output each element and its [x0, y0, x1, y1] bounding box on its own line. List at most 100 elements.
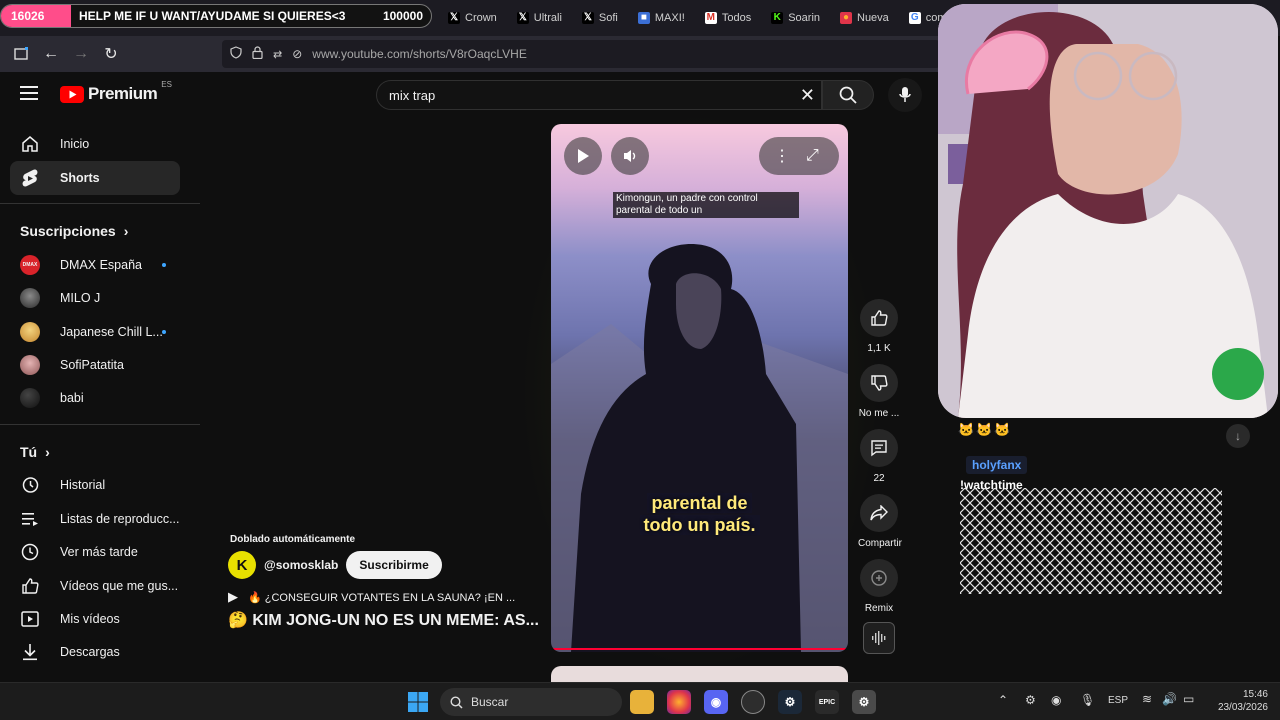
- dislike-button[interactable]: [860, 364, 898, 402]
- clock[interactable]: 15:46 23/03/2026: [1210, 688, 1268, 714]
- subscribe-button[interactable]: Suscribirme: [346, 551, 442, 579]
- steam-tray-icon[interactable]: ⚙: [1025, 693, 1036, 707]
- like-button[interactable]: [860, 299, 898, 337]
- taskbar-search[interactable]: Buscar: [440, 688, 622, 716]
- permissions-icon[interactable]: ⇄: [273, 48, 282, 61]
- avatar: [20, 322, 40, 342]
- search-query[interactable]: mix trap: [389, 88, 435, 103]
- short-metadata: Doblado automáticamente K @somosklab Sus…: [228, 534, 548, 630]
- remix-action[interactable]: Remix: [858, 559, 900, 614]
- browser-tab[interactable]: 𝕏 Crown: [440, 4, 505, 32]
- search-input[interactable]: mix trap ✕: [376, 80, 822, 110]
- sidebar-sub-milo-j[interactable]: MILO J: [10, 281, 180, 315]
- browser-tab[interactable]: M Todos: [697, 4, 759, 32]
- search-button[interactable]: [822, 80, 874, 110]
- browser-tab[interactable]: ■ MAXI!: [630, 4, 693, 32]
- youtube-premium-logo[interactable]: Premium ES: [60, 80, 172, 104]
- video-progress-bar[interactable]: [551, 648, 848, 650]
- thumb-down-icon: [871, 375, 888, 391]
- sidebar-item-label: Shorts: [60, 171, 100, 185]
- tray-chevron-icon[interactable]: ⌃: [998, 693, 1008, 707]
- sidebar-sub-sofipatatita[interactable]: SofiPatatita: [10, 348, 180, 382]
- language-indicator[interactable]: ESP: [1108, 695, 1128, 706]
- share-button[interactable]: [860, 494, 898, 532]
- epic-games-icon[interactable]: EPIC: [815, 690, 839, 714]
- channel-name[interactable]: @somosklab: [264, 558, 338, 572]
- settings-icon[interactable]: ⚙: [852, 690, 876, 714]
- clear-search-icon[interactable]: ✕: [800, 85, 815, 106]
- sidebar-item-shorts[interactable]: Shorts: [10, 161, 180, 195]
- share-action[interactable]: Compartir: [858, 494, 902, 549]
- gmail-icon: M: [704, 12, 717, 24]
- firefox-icon[interactable]: [667, 690, 691, 714]
- sidebar-item-my-videos[interactable]: Mis vídeos: [10, 602, 180, 636]
- sidebar-divider: [0, 203, 200, 204]
- x-logo-icon: 𝕏: [581, 12, 594, 24]
- play-sound-icon[interactable]: ▶: [228, 589, 238, 605]
- voice-search-button[interactable]: [888, 78, 922, 112]
- like-count: 1,1 K: [867, 343, 891, 354]
- discord-icon[interactable]: ◉: [704, 690, 728, 714]
- avatar: DMAX: [20, 255, 40, 275]
- autoplay-blocked-icon[interactable]: ⊘: [292, 47, 302, 61]
- sidebar-sub-dmax[interactable]: DMAX DMAX España: [10, 248, 180, 282]
- browser-tab[interactable]: 𝕏 Ultrali: [509, 4, 570, 32]
- lock-icon[interactable]: [252, 46, 263, 62]
- battery-icon[interactable]: ▭: [1183, 692, 1194, 706]
- sidebar-item-watch-later[interactable]: Ver más tarde: [10, 535, 180, 569]
- wifi-icon[interactable]: ≋: [1142, 692, 1152, 706]
- sidebar-sub-japanese-chill[interactable]: Japanese Chill L...: [10, 315, 180, 349]
- sound-thumbnail[interactable]: [863, 622, 895, 654]
- file-explorer-icon[interactable]: [630, 690, 654, 714]
- browser-tab[interactable]: K Soarin: [763, 4, 828, 32]
- video-frame-figure: [551, 244, 848, 652]
- you-heading[interactable]: Tú ›: [20, 444, 50, 460]
- sidebar-item-inicio[interactable]: Inicio: [10, 127, 180, 161]
- discord-tray-icon[interactable]: ◉: [1051, 693, 1061, 707]
- fullscreen-icon[interactable]: ⤢: [806, 147, 819, 165]
- sidebar-item-historial[interactable]: Historial: [10, 468, 180, 502]
- windows-start-icon[interactable]: [406, 690, 430, 714]
- home-icon: [20, 134, 40, 154]
- sidebar-item-liked-videos[interactable]: Vídeos que me gus...: [10, 569, 180, 603]
- volume-icon[interactable]: 🔊: [1162, 692, 1177, 706]
- chat-username[interactable]: holyfanx: [966, 456, 1028, 474]
- like-action[interactable]: 1,1 K: [858, 299, 900, 354]
- comment-icon: [871, 440, 887, 457]
- subscriptions-heading[interactable]: Suscripciones ›: [20, 223, 128, 239]
- steam-icon[interactable]: ⚙: [778, 690, 802, 714]
- remix-button[interactable]: [860, 559, 898, 597]
- comments-action[interactable]: 22: [858, 429, 900, 484]
- short-title[interactable]: 🤔 KIM JONG-UN NO ES UN MEME: AS...: [228, 610, 548, 630]
- volume-icon: [624, 150, 636, 162]
- reload-icon[interactable]: ↻: [96, 39, 126, 69]
- forward-arrow-icon[interactable]: →: [66, 39, 96, 69]
- sidebar-item-playlists[interactable]: Listas de reproducc...: [10, 502, 180, 536]
- back-arrow-icon[interactable]: ←: [36, 39, 66, 69]
- microphone-tray-icon[interactable]: 🎙: [1080, 693, 1095, 707]
- next-short-preview[interactable]: [551, 666, 848, 682]
- shorts-player[interactable]: ⋮ ⤢ Kimongun, un padre con control paren…: [551, 124, 848, 652]
- dislike-action[interactable]: No me ...: [858, 364, 900, 419]
- menu-icon[interactable]: [20, 86, 40, 102]
- browser-tab[interactable]: 𝕏 Sofi: [574, 4, 626, 32]
- sidebar-sub-babi[interactable]: babi: [10, 381, 180, 415]
- sidebar-item-label: Ver más tarde: [60, 545, 138, 559]
- x-logo-icon: 𝕏: [448, 12, 460, 24]
- url-bar[interactable]: ⇄ ⊘ www.youtube.com/shorts/V8rOaqcLVHE: [222, 40, 940, 68]
- sub-label: babi: [60, 391, 84, 405]
- sound-line[interactable]: 🔥 ¿CONSEGUIR VOTANTES EN LA SAUNA? ¡EN .…: [248, 591, 515, 604]
- chevron-right-icon: ›: [45, 444, 50, 460]
- channel-avatar[interactable]: K: [228, 551, 256, 579]
- sidebar-item-downloads[interactable]: Descargas: [10, 635, 180, 669]
- url-text[interactable]: www.youtube.com/shorts/V8rOaqcLVHE: [312, 47, 527, 61]
- more-options-icon[interactable]: ⋮: [774, 146, 790, 166]
- browser-tab[interactable]: ● Nueva: [832, 4, 897, 32]
- sidebar-toggle-icon[interactable]: [6, 39, 36, 69]
- play-button[interactable]: [564, 137, 602, 175]
- shield-icon[interactable]: [230, 46, 242, 62]
- volume-button[interactable]: [611, 137, 649, 175]
- scroll-down-icon[interactable]: ↓: [1226, 424, 1250, 448]
- comments-button[interactable]: [860, 429, 898, 467]
- obs-icon[interactable]: [741, 690, 765, 714]
